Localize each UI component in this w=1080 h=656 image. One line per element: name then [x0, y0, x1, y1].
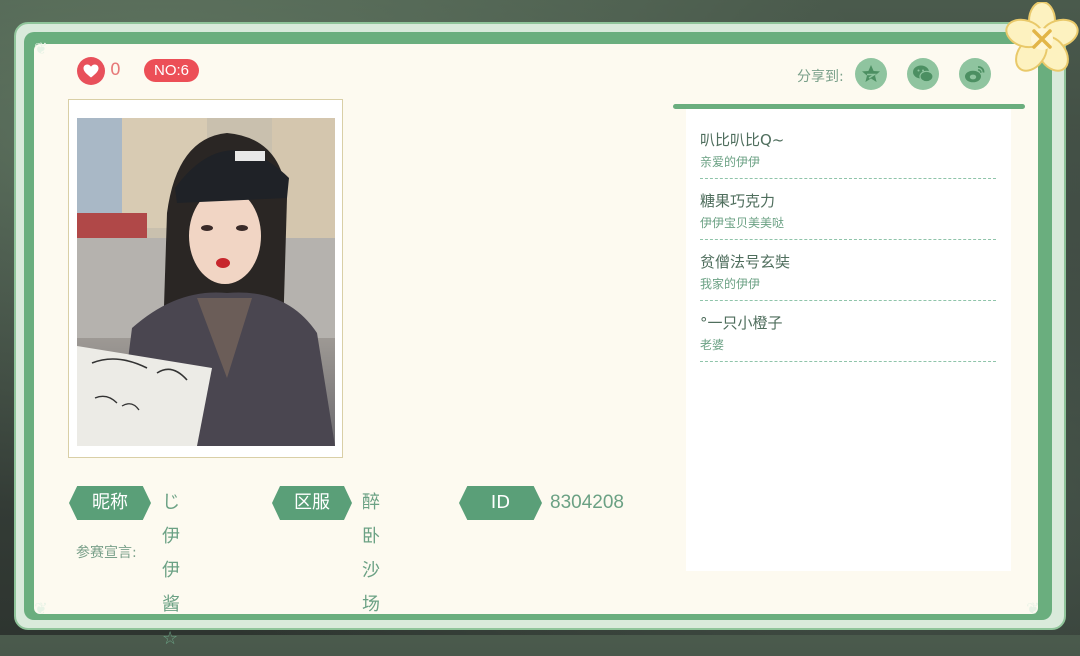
corner-leaf-icon: ❦	[34, 39, 48, 58]
corner-leaf-icon: ❦	[1026, 599, 1040, 618]
wechat-icon	[913, 65, 934, 83]
supporter-message: 我家的伊伊	[700, 277, 761, 291]
declaration-label: 参赛宣言:	[76, 545, 137, 561]
nickname-label: 昵称	[69, 486, 151, 520]
server-value: 醉卧沙场	[362, 492, 380, 615]
contestant-photo-frame	[68, 99, 343, 458]
supporter-message: 伊伊宝贝美美哒	[700, 216, 785, 230]
id-label: ID	[459, 486, 542, 520]
corner-leaf-icon: ❦	[34, 599, 48, 618]
list-item: 贫僧法号玄奘 我家的伊伊	[700, 239, 996, 301]
id-value: 8304208	[550, 492, 624, 513]
qzone-icon	[862, 65, 880, 82]
share-weibo-button[interactable]	[959, 58, 991, 90]
supporter-message: 老婆	[700, 338, 725, 352]
close-flower-icon	[1005, 1, 1079, 72]
supporter-name: 叭比叭比Q~	[700, 131, 785, 149]
list-item: °一只小橙子 老婆	[700, 300, 996, 362]
like-count: 0	[110, 60, 121, 80]
contestant-photo[interactable]	[77, 118, 335, 446]
list-item: 糖果巧克力 伊伊宝贝美美哒	[700, 178, 996, 240]
share-label: 分享到:	[797, 69, 844, 85]
nickname-value: じ伊伊酱☆	[162, 492, 180, 649]
supporter-message: 亲爱的伊伊	[700, 155, 761, 169]
like-button[interactable]	[77, 57, 105, 85]
share-qzone-button[interactable]	[855, 58, 887, 90]
list-item: 叭比叭比Q~ 亲爱的伊伊	[700, 117, 996, 179]
server-label: 区服	[272, 486, 352, 520]
heart-icon	[83, 64, 99, 78]
share-wechat-button[interactable]	[907, 58, 939, 90]
weibo-icon	[965, 66, 985, 83]
close-button[interactable]	[1005, 1, 1079, 76]
supporter-name: 糖果巧克力	[700, 192, 776, 210]
rank-badge: NO:6	[144, 59, 200, 82]
supporter-name: 贫僧法号玄奘	[700, 253, 791, 271]
supporter-name: °一只小橙子	[700, 314, 783, 332]
